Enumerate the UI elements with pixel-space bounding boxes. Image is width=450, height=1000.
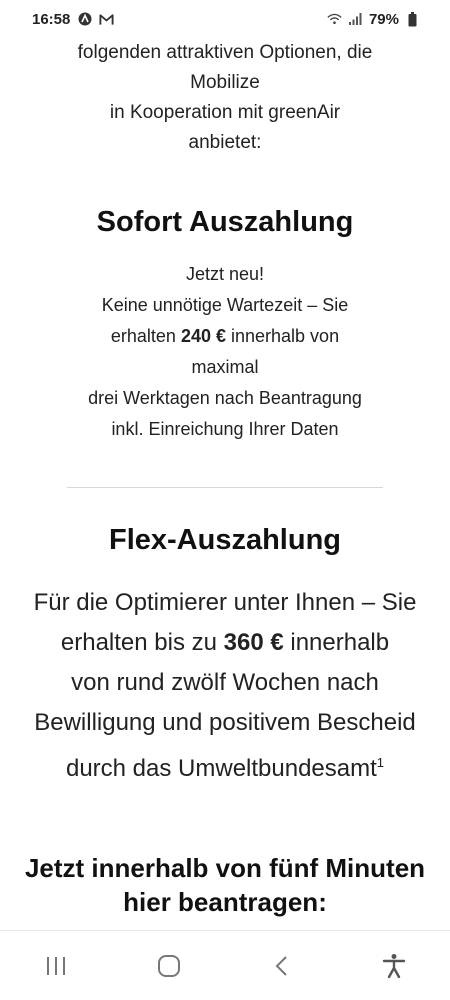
sofort-line: maximal xyxy=(191,357,259,377)
sofort-line: inkl. Einreichung Ihrer Daten xyxy=(111,419,339,439)
flex-text-part: durch das Umweltbundesamt xyxy=(65,755,377,782)
cta-heading: Jetzt innerhalb von fünf Minuten hier be… xyxy=(0,851,450,919)
flex-text-part: erhalten bis zu xyxy=(60,629,224,656)
accessibility-icon xyxy=(382,953,405,978)
sofort-line: Jetzt neu! xyxy=(185,264,265,284)
status-right: 79% xyxy=(327,11,420,28)
footnote-marker[interactable]: 1 xyxy=(377,755,384,770)
home-icon xyxy=(157,954,180,977)
gmail-icon xyxy=(99,12,114,27)
sofort-line: drei Werktagen nach Beantragung xyxy=(88,388,362,408)
accessibility-button[interactable] xyxy=(364,941,424,991)
signal-icon xyxy=(348,12,363,27)
intro-line: folgenden attraktiven Optionen, die xyxy=(77,42,373,63)
sofort-line: Keine unnötige Wartezeit – Sie xyxy=(101,295,349,315)
flex-line: Für die Optimierer unter Ihnen – Sie xyxy=(33,589,417,616)
sofort-text-part: erhalten xyxy=(110,326,181,346)
app-icon xyxy=(77,12,92,27)
status-left: 16:58 xyxy=(32,11,114,28)
intro-text: folgenden attraktiven Optionen, die Mobi… xyxy=(0,38,450,158)
intro-line: Mobilize xyxy=(190,72,260,93)
home-button[interactable] xyxy=(139,941,199,991)
sofort-description: Jetzt neu! Keine unnötige Wartezeit – Si… xyxy=(0,259,450,445)
sofort-line: erhalten 240 € innerhalb von xyxy=(0,321,450,352)
flex-heading: Flex-Auszahlung xyxy=(108,524,341,556)
recent-apps-icon xyxy=(47,956,66,975)
wifi-icon xyxy=(327,12,342,27)
flex-text-part: innerhalb xyxy=(283,629,390,656)
flex-amount: 360 € xyxy=(223,629,284,656)
page-content: folgenden attraktiven Optionen, die Mobi… xyxy=(0,38,450,931)
back-icon xyxy=(275,955,287,976)
sofort-amount: 240 € xyxy=(180,326,226,346)
back-button[interactable] xyxy=(251,941,311,991)
flex-line: durch das Umweltbundesamt1 xyxy=(0,743,450,789)
status-time: 16:58 xyxy=(32,10,71,28)
intro-line: anbietet: xyxy=(188,132,262,153)
battery-percent: 79% xyxy=(368,10,399,28)
flex-description: Für die Optimierer unter Ihnen – Sie erh… xyxy=(0,583,450,789)
section-divider xyxy=(67,487,383,488)
battery-icon xyxy=(405,11,420,27)
cta-line: hier beantragen: xyxy=(123,887,327,917)
intro-line: in Kooperation mit greenAir xyxy=(109,102,341,123)
flex-line: Bewilligung und positivem Bescheid xyxy=(34,709,416,736)
system-navbar xyxy=(0,930,450,1000)
recent-apps-button[interactable] xyxy=(26,941,86,991)
flex-line: erhalten bis zu 360 € innerhalb xyxy=(0,623,450,663)
flex-line: von rund zwölf Wochen nach xyxy=(71,669,379,696)
sofort-text-part: innerhalb von xyxy=(226,326,340,346)
cta-line: Jetzt innerhalb von fünf Minuten xyxy=(24,853,426,883)
sofort-heading: Sofort Auszahlung xyxy=(96,206,354,238)
status-bar: 16:58 79% xyxy=(0,0,450,38)
